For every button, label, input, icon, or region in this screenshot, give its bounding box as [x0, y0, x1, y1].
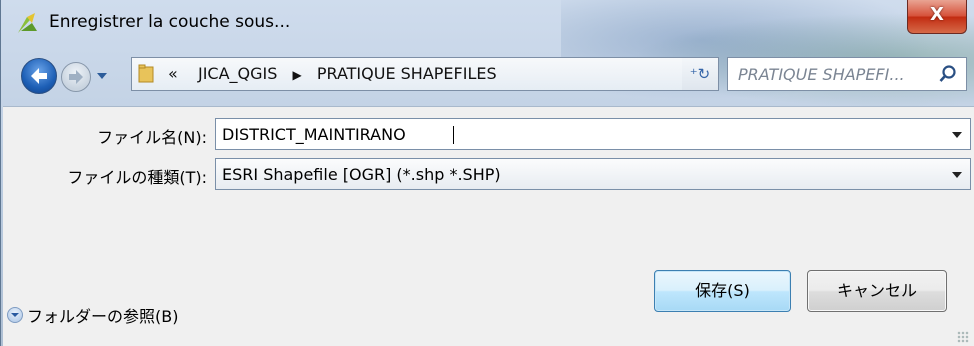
browse-folders-toggle[interactable]: フォルダーの参照(B)	[27, 303, 178, 327]
text-caret	[452, 126, 454, 145]
filename-dropdown-arrow[interactable]	[952, 132, 962, 138]
breadcrumb-separator[interactable]: ▶	[293, 68, 302, 82]
refresh-icon[interactable]: ⁺↻	[682, 57, 719, 91]
filetype-dropdown-arrow[interactable]	[952, 172, 962, 178]
breadcrumb-item[interactable]: PRATIQUE SHAPEFILES	[317, 64, 497, 83]
forward-arrow-glyph	[69, 70, 83, 84]
save-layer-dialog: Enregistrer la couche sous... X « JICA_Q…	[0, 0, 974, 346]
breadcrumb: « JICA_QGIS ▶ PRATIQUE SHAPEFILES	[168, 64, 497, 83]
resize-grip[interactable]	[957, 331, 969, 343]
filetype-value: ESRI Shapefile [OGR] (*.shp *.SHP)	[222, 165, 501, 184]
back-arrow-glyph	[31, 68, 47, 84]
filetype-select[interactable]: ESRI Shapefile [OGR] (*.shp *.SHP)	[215, 158, 971, 190]
recent-locations-dropdown[interactable]	[97, 73, 107, 79]
filename-label: ファイル名(N):	[97, 128, 207, 147]
filename-value: DISTRICT_MAINTIRANO	[222, 125, 406, 144]
close-button[interactable]: X	[907, 0, 967, 34]
forward-arrow-icon[interactable]	[61, 62, 91, 92]
search-placeholder: PRATIQUE SHAPEFI...	[738, 65, 905, 84]
title-bar: Enregistrer la couche sous... X	[1, 0, 974, 46]
breadcrumb-overflow[interactable]: «	[168, 64, 178, 83]
address-bar[interactable]: « JICA_QGIS ▶ PRATIQUE SHAPEFILES	[131, 57, 717, 91]
search-box[interactable]: PRATIQUE SHAPEFI...	[727, 57, 967, 91]
folder-icon	[138, 64, 154, 83]
expand-icon[interactable]	[7, 307, 23, 323]
save-button[interactable]: 保存(S)	[654, 270, 791, 312]
window-title: Enregistrer la couche sous...	[49, 12, 291, 32]
qgis-icon	[18, 13, 37, 33]
filetype-label: ファイルの種類(T):	[67, 168, 207, 187]
breadcrumb-item[interactable]: JICA_QGIS	[198, 64, 277, 83]
back-arrow-icon[interactable]	[21, 58, 57, 94]
cancel-button[interactable]: キャンセル	[807, 270, 947, 312]
search-icon[interactable]	[938, 64, 958, 84]
filename-field[interactable]: DISTRICT_MAINTIRANO	[215, 118, 971, 150]
